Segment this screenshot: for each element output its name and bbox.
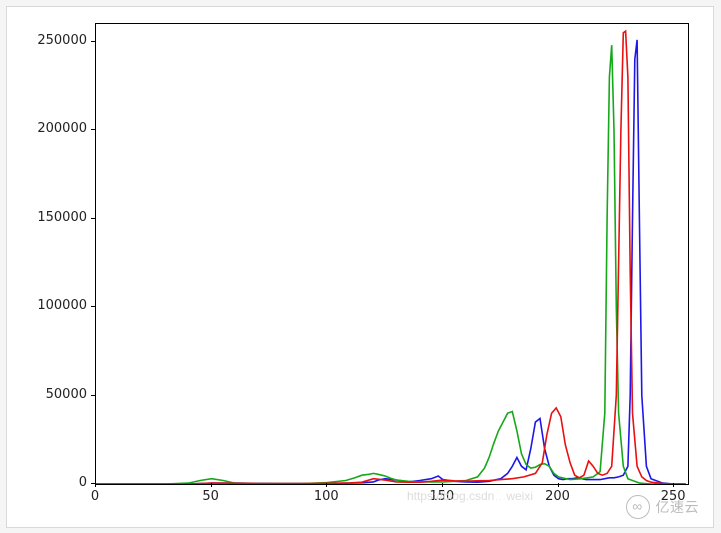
y-tick xyxy=(91,218,95,219)
x-tick xyxy=(211,483,212,487)
x-tick xyxy=(673,483,674,487)
x-tick-label: 50 xyxy=(202,489,219,504)
series-green xyxy=(96,45,686,484)
y-tick-label: 0 xyxy=(17,475,87,490)
y-tick xyxy=(91,41,95,42)
y-tick-label: 100000 xyxy=(17,298,87,313)
x-tick xyxy=(326,483,327,487)
plot-area xyxy=(95,23,689,485)
y-tick xyxy=(91,129,95,130)
y-tick xyxy=(91,395,95,396)
series-red xyxy=(96,31,686,484)
chart-frame: 050000100000150000200000250000 050100150… xyxy=(6,6,714,528)
faint-watermark: https://blog.csdn…weixi xyxy=(407,489,533,503)
x-tick xyxy=(95,483,96,487)
x-tick xyxy=(442,483,443,487)
series-blue xyxy=(96,40,686,484)
y-tick-label: 50000 xyxy=(17,387,87,402)
brand-text: 亿速云 xyxy=(656,497,700,517)
x-tick-label: 0 xyxy=(91,489,99,504)
x-tick-label: 200 xyxy=(545,489,570,504)
cloud-icon xyxy=(626,495,650,519)
line-series xyxy=(96,24,688,484)
y-tick-label: 200000 xyxy=(17,121,87,136)
y-tick xyxy=(91,306,95,307)
x-tick-label: 100 xyxy=(314,489,339,504)
y-tick-label: 150000 xyxy=(17,210,87,225)
x-tick xyxy=(558,483,559,487)
brand-watermark: 亿速云 xyxy=(626,495,700,519)
y-tick-label: 250000 xyxy=(17,33,87,48)
